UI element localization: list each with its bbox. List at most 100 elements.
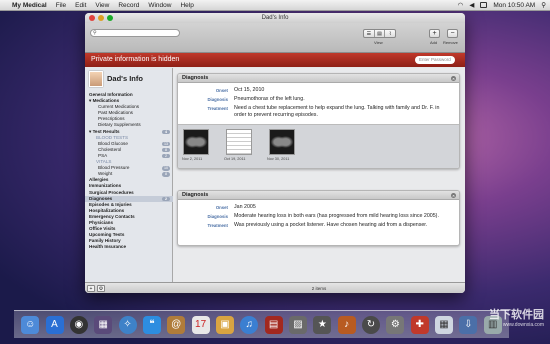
privacy-banner: Private information is hidden Enter Pass…: [85, 53, 465, 67]
sidebar-item-label: Weight: [98, 171, 113, 177]
wifi-icon[interactable]: ◠: [458, 1, 464, 9]
minimize-window-icon[interactable]: [98, 15, 104, 21]
iphoto-icon[interactable]: ▨: [288, 315, 307, 334]
minus-icon: −: [450, 30, 455, 37]
system-preferences-icon[interactable]: ⚙: [386, 315, 405, 334]
app-store-icon[interactable]: A: [45, 315, 64, 334]
remove-button[interactable]: −: [447, 29, 458, 38]
settings-icon[interactable]: ⚙: [97, 285, 105, 292]
sidebar-item-label: Current Medications: [98, 104, 140, 110]
field-row: Onset Oct 15, 2010: [178, 87, 459, 94]
view-segmented-control[interactable]: ☰ ▤ ⌇: [363, 29, 396, 38]
sidebar-item-label: Blood Glucose: [98, 140, 128, 146]
itunes-icon[interactable]: ♫: [240, 315, 259, 334]
field-row: Onset Jan 2005: [178, 204, 459, 211]
profile-name: Dad's Info: [107, 74, 143, 83]
sidebar-footer: + ⚙: [85, 282, 173, 293]
menu-help[interactable]: Help: [180, 2, 193, 9]
finder-icon[interactable]: ☺: [21, 315, 40, 334]
field-label: Diagnosis: [207, 97, 228, 102]
field-value[interactable]: Oct 15, 2010: [234, 87, 459, 94]
imovie-icon[interactable]: ★: [313, 315, 332, 334]
view-list-icon[interactable]: ☰: [364, 30, 375, 37]
menu-window[interactable]: Window: [148, 2, 171, 9]
window-titlebar[interactable]: Dad's Info: [85, 13, 465, 23]
sidebar-item[interactable]: Health Insurance: [85, 244, 173, 250]
address-book-icon[interactable]: @: [167, 315, 186, 334]
menu-edit[interactable]: Edit: [75, 2, 86, 9]
menu-bar: My Medical File Edit View Record Window …: [0, 0, 550, 11]
close-card-icon[interactable]: ×: [451, 193, 456, 198]
xray-thumbnail[interactable]: [183, 129, 209, 155]
sidebar-item-label: Health Insurance: [89, 244, 127, 250]
xray-thumbnail[interactable]: [269, 129, 295, 155]
add-label: Add: [430, 40, 438, 45]
attachment-date: Nov 2, 2011: [182, 157, 203, 161]
field-label: Diagnosis: [207, 214, 228, 219]
ichat-icon[interactable]: ❝: [142, 315, 161, 334]
spotlight-search-icon[interactable]: ⚲: [541, 1, 546, 9]
view-columns-icon[interactable]: ▤: [375, 30, 386, 37]
time-machine-icon[interactable]: ↻: [361, 315, 380, 334]
preview-icon[interactable]: ▣: [215, 315, 234, 334]
view-label: View: [374, 40, 383, 45]
card-fields: Onset Oct 15, 2010 Diagnosis Pneumothora…: [178, 83, 459, 119]
watermark-sub: www.downxia.com: [502, 322, 544, 328]
volume-icon[interactable]: ◀: [469, 1, 474, 9]
document-thumbnail[interactable]: [226, 129, 252, 155]
sidebar-item-label: Physicians: [89, 219, 114, 225]
card-title: Diagnosis: [182, 75, 209, 81]
profile-header[interactable]: Dad's Info: [85, 68, 172, 90]
card-header: Diagnosis ×: [178, 74, 459, 83]
diagnosis-card[interactable]: Diagnosis × Onset Oct 15, 2010 Diagnosis…: [177, 73, 460, 169]
close-window-icon[interactable]: [89, 15, 95, 21]
field-label: Onset: [215, 88, 228, 93]
sidebar: Dad's Info General Information ▾ Medicati…: [85, 68, 173, 293]
add-person-icon[interactable]: +: [87, 285, 95, 292]
menu-file[interactable]: File: [56, 2, 66, 9]
menu-view[interactable]: View: [95, 2, 109, 9]
field-value[interactable]: Need a chest tube replacement to help ex…: [234, 105, 459, 119]
sidebar-item-label: PSA: [98, 152, 108, 158]
menu-app-name[interactable]: My Medical: [12, 2, 47, 9]
field-value[interactable]: Was previously using a pocket listener. …: [234, 222, 459, 229]
card-header: Diagnosis ×: [178, 191, 459, 200]
mission-control-icon[interactable]: ▦: [94, 315, 113, 334]
calendar-icon[interactable]: 17: [191, 315, 210, 334]
clock[interactable]: Mon 10:50 AM: [493, 2, 535, 9]
close-card-icon[interactable]: ×: [451, 76, 456, 81]
field-label: Treatment: [207, 106, 228, 111]
downloads-stack-icon[interactable]: ⇩: [459, 315, 478, 334]
diagnosis-card[interactable]: Diagnosis × Onset Jan 2005 Diagnosis Mod…: [177, 190, 460, 246]
sidebar-item-label: Hospitalizations: [89, 207, 125, 213]
documents-stack-icon[interactable]: ▦: [435, 315, 454, 334]
field-value[interactable]: Pneumothorax of the left lung.: [234, 96, 459, 103]
sidebar-item-label: Blood Pressure: [98, 165, 130, 171]
attachment-date: Nov 30, 2011: [267, 157, 290, 161]
count-badge: 4: [162, 129, 170, 135]
battery-icon[interactable]: [480, 2, 488, 8]
sidebar-nav: General Information ▾ Medications Current …: [85, 92, 173, 250]
view-chart-icon[interactable]: ⌇: [385, 30, 395, 37]
search-input[interactable]: ⚲: [90, 29, 180, 37]
dashboard-icon[interactable]: ◉: [69, 315, 88, 334]
password-placeholder: Enter Password: [419, 57, 451, 62]
safari-icon[interactable]: ✧: [118, 315, 137, 334]
field-value[interactable]: Jan 2005: [234, 204, 459, 211]
photo-booth-icon[interactable]: ▤: [264, 315, 283, 334]
my-medical-icon[interactable]: ✚: [410, 315, 429, 334]
garageband-icon[interactable]: ♪: [337, 315, 356, 334]
sidebar-item-label: ▾ Test Results: [89, 128, 120, 134]
sidebar-item-label: Diagnoses: [89, 195, 113, 201]
toolbar: ⚲ ☰ ▤ ⌇ View + Add − Remove: [85, 23, 465, 53]
privacy-banner-text: Private information is hidden: [91, 56, 180, 63]
add-button[interactable]: +: [429, 29, 440, 38]
menu-record[interactable]: Record: [118, 2, 139, 9]
count-badge: 8: [162, 172, 170, 177]
sidebar-item-label: Office Visits: [89, 226, 116, 232]
sidebar-item-label: ▾ Medications: [89, 98, 120, 104]
password-field[interactable]: Enter Password: [415, 56, 455, 64]
zoom-window-icon[interactable]: [107, 15, 113, 21]
attachments-strip: Nov 2, 2011 Oct 19, 2011 Nov 30, 2011: [178, 124, 459, 168]
field-value[interactable]: Moderate hearing loss in both ears (has …: [234, 213, 459, 220]
